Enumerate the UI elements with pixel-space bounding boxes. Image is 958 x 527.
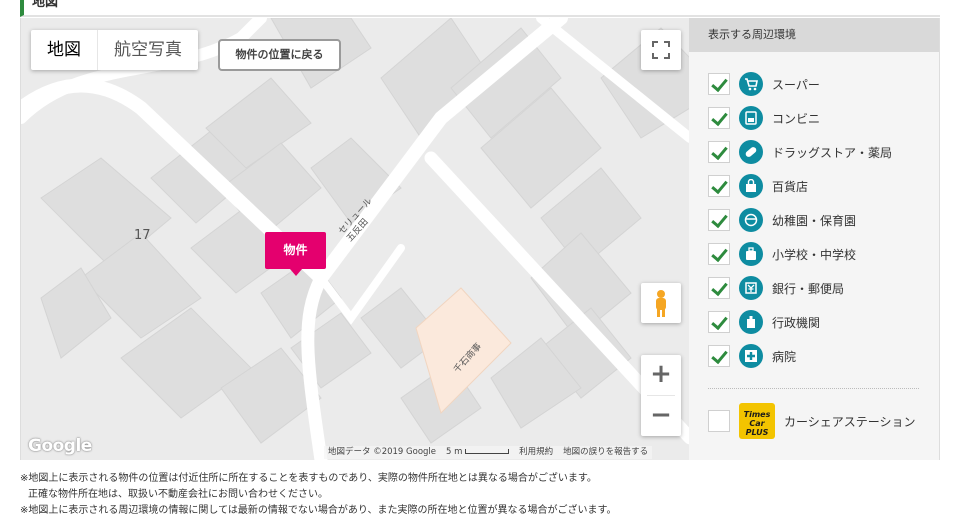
map-type-control: 地図 航空写真: [31, 30, 198, 70]
zoom-out-button[interactable]: −: [641, 396, 681, 436]
scale-indicator[interactable]: 5 m: [446, 446, 510, 459]
google-logo[interactable]: Google: [28, 436, 92, 456]
pegman-icon: [656, 290, 666, 317]
note-line: ※地図上に表示される物件の位置は付近住所に所在することを表すものであり、実際の物…: [20, 473, 597, 484]
report-error-link[interactable]: 地図の誤りを報告する: [563, 446, 648, 459]
checkbox[interactable]: [708, 141, 730, 163]
terms-link[interactable]: 利用規約: [519, 446, 553, 459]
filter-label: カーシェアステーション: [784, 414, 916, 429]
checkbox[interactable]: [708, 311, 730, 333]
convenience-icon: [739, 106, 763, 130]
note-line: ※地図上に表示される周辺環境の情報に関しては最新の情報でない場合があり、また実際…: [20, 505, 617, 516]
panel-divider: [708, 388, 919, 389]
checkbox[interactable]: [708, 107, 730, 129]
filter-item-government[interactable]: 行政機関: [708, 309, 820, 335]
times-car-logo: Times Car PLUS: [739, 403, 775, 439]
filter-label: 小学校・中学校: [772, 247, 857, 262]
street-view-pegman[interactable]: [641, 283, 681, 323]
filter-label: 銀行・郵便局: [772, 281, 845, 296]
filter-item-kindergarten[interactable]: 幼稚園・保育園: [708, 207, 856, 233]
bag-icon: [739, 174, 763, 198]
map-notes: ※地図上に表示される物件の位置は付近住所に所在することを表すものであり、実際の物…: [20, 471, 616, 519]
checkbox[interactable]: [708, 277, 730, 299]
government-icon: [739, 310, 763, 334]
checkbox[interactable]: [708, 209, 730, 231]
child-icon: [739, 208, 763, 232]
filter-label: スーパー: [772, 77, 820, 92]
page: 地図 地図 航空写真 物件の位置に戻る + − 物件 17 セリュール 五反田 …: [0, 0, 958, 527]
note-line: 正確な物件所在地は、取扱い不動産会社にお問い合わせください。: [28, 489, 328, 500]
map-tab[interactable]: 地図: [31, 30, 98, 70]
fullscreen-button[interactable]: [641, 30, 681, 70]
filter-item-school[interactable]: 小学校・中学校: [708, 241, 856, 267]
zoom-control: + −: [641, 355, 681, 436]
filter-label: 幼稚園・保育園: [772, 213, 857, 228]
bank-icon: [739, 276, 763, 300]
property-marker[interactable]: 物件: [265, 232, 326, 276]
filter-label: 百貨店: [772, 179, 809, 194]
filter-item-hospital[interactable]: 病院: [708, 343, 796, 369]
checkbox[interactable]: [708, 243, 730, 265]
pill-icon: [739, 140, 763, 164]
filter-item-department-store[interactable]: 百貨店: [708, 173, 808, 199]
surroundings-panel: 表示する周辺環境 スーパー コンビニ ドラッグストア・薬局 百貨店 幼稚園・保育…: [689, 18, 940, 460]
hospital-icon: [739, 344, 763, 368]
filter-item-supermarket[interactable]: スーパー: [708, 71, 820, 97]
scale-text: 5 m: [446, 447, 463, 457]
filter-item-car-share[interactable]: Times Car PLUS カーシェアステーション: [708, 403, 916, 439]
school-bag-icon: [739, 242, 763, 266]
checkbox[interactable]: [708, 410, 730, 432]
section-title: 地図: [20, 0, 940, 17]
filter-label: 行政機関: [772, 315, 821, 330]
filter-label: ドラッグストア・薬局: [772, 145, 893, 160]
filter-item-bank[interactable]: 銀行・郵便局: [708, 275, 844, 301]
panel-title: 表示する周辺環境: [689, 18, 939, 52]
map-canvas[interactable]: 地図 航空写真 物件の位置に戻る + − 物件 17 セリュール 五反田 千石商…: [20, 18, 689, 460]
map-attribution: 地図データ ©2019 Google 5 m 利用規約 地図の誤りを報告する: [324, 446, 653, 459]
satellite-tab[interactable]: 航空写真: [98, 30, 198, 70]
return-to-property-button[interactable]: 物件の位置に戻る: [218, 39, 341, 71]
map-data-credit: 地図データ ©2019 Google: [328, 447, 437, 457]
zoom-in-button[interactable]: +: [641, 355, 681, 395]
block-number-label: 17: [134, 228, 151, 243]
checkbox[interactable]: [708, 73, 730, 95]
checkbox[interactable]: [708, 345, 730, 367]
filter-label: 病院: [772, 349, 797, 364]
filter-item-convenience[interactable]: コンビニ: [708, 105, 820, 131]
filter-item-drugstore[interactable]: ドラッグストア・薬局: [708, 139, 892, 165]
scale-bar: [465, 449, 510, 454]
filter-label: コンビニ: [772, 111, 821, 126]
checkbox[interactable]: [708, 175, 730, 197]
cart-icon: [739, 72, 763, 96]
fullscreen-icon: [652, 41, 670, 59]
